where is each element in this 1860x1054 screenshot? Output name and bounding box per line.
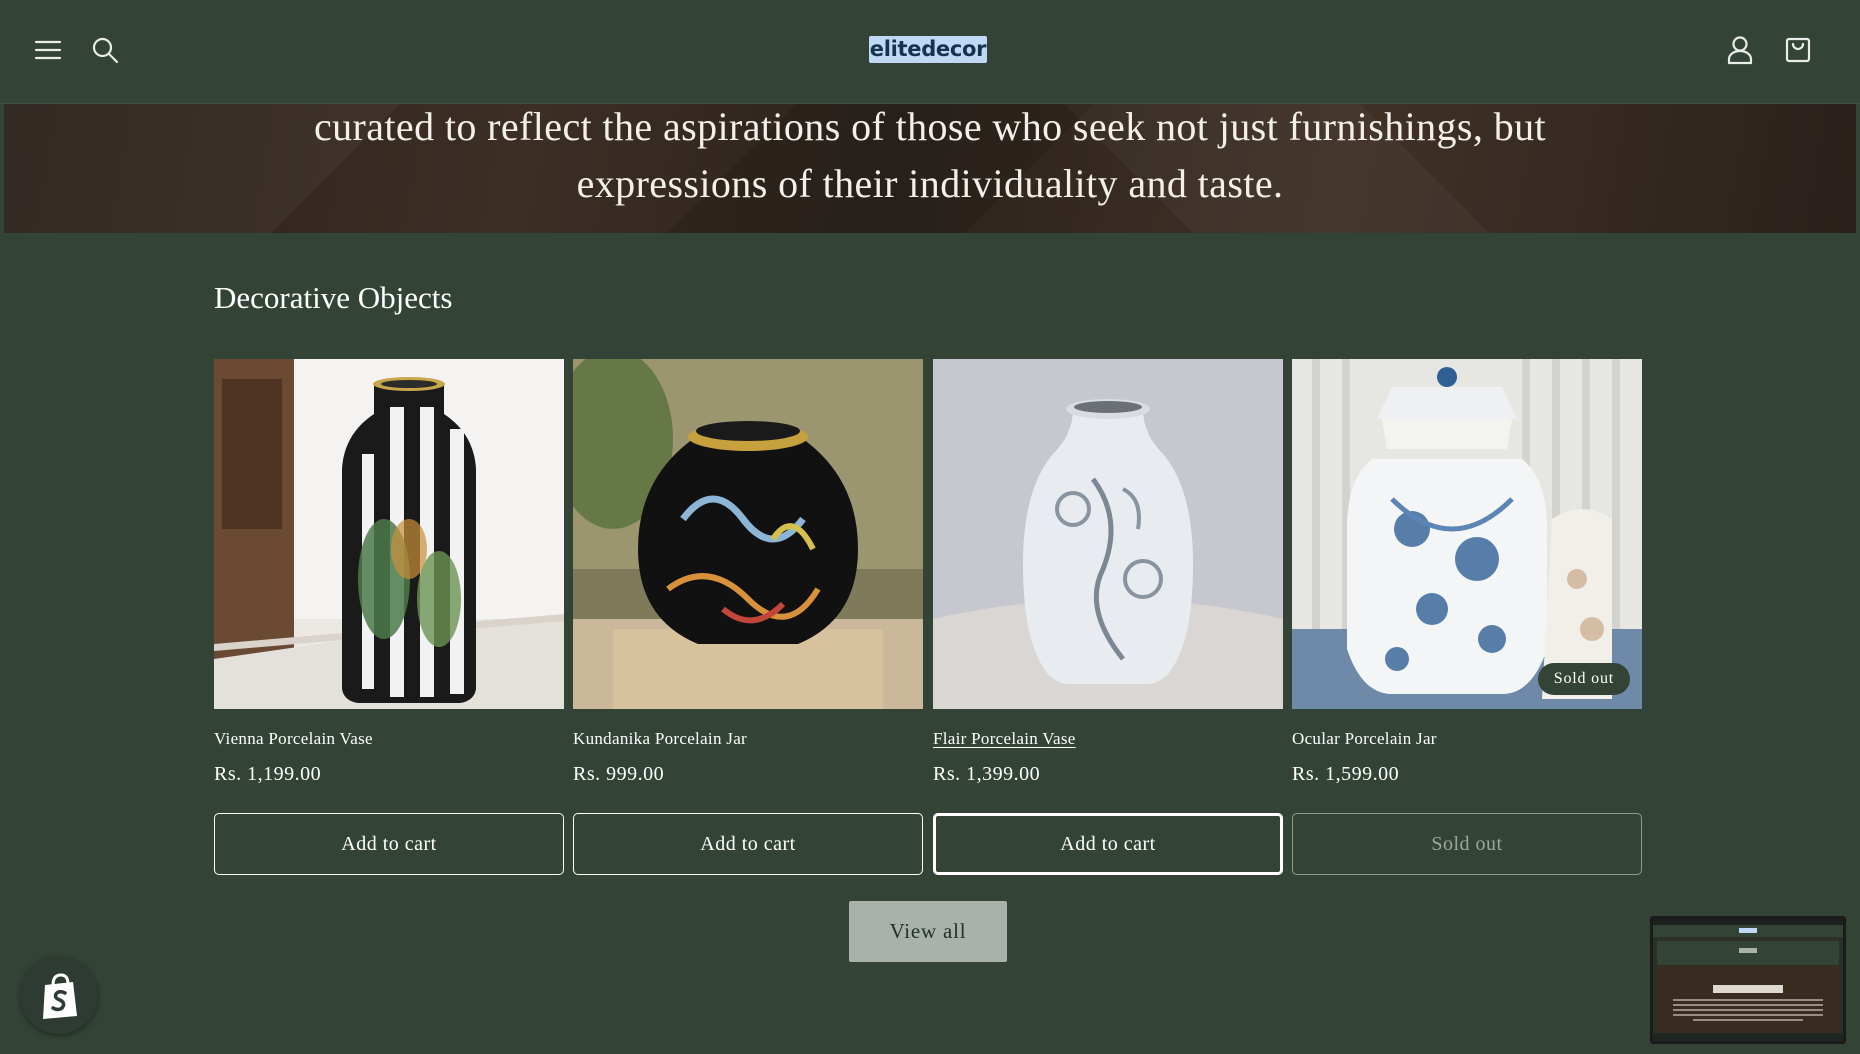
product-image[interactable] xyxy=(573,359,923,709)
product-card: Flair Porcelain Vase Rs. 1,399.00 Add to… xyxy=(933,359,1283,875)
product-image[interactable]: Sold out xyxy=(1292,359,1642,709)
sold-out-button[interactable]: Sold out xyxy=(1292,813,1642,875)
search-icon[interactable] xyxy=(83,28,127,72)
product-price: Rs. 999.00 xyxy=(573,763,665,785)
hero-text: curated to reflect the aspirations of th… xyxy=(313,104,1547,206)
hero-banner: curated to reflect the aspirations of th… xyxy=(4,104,1856,233)
product-price: Rs. 1,399.00 xyxy=(933,763,1041,785)
add-to-cart-button[interactable]: Add to cart xyxy=(933,813,1283,875)
product-price: Rs. 1,199.00 xyxy=(214,763,322,785)
product-card: Sold out Ocular Porcelain Jar Rs. 1,599.… xyxy=(1292,359,1642,875)
product-title[interactable]: Ocular Porcelain Jar xyxy=(1292,729,1437,749)
product-card: Kundanika Porcelain Jar Rs. 999.00 Add t… xyxy=(573,359,923,875)
product-title[interactable]: Flair Porcelain Vase xyxy=(933,729,1076,749)
menu-icon[interactable] xyxy=(26,28,70,72)
shopify-bag-icon[interactable] xyxy=(20,956,98,1034)
product-title[interactable]: Vienna Porcelain Vase xyxy=(214,729,373,749)
sold-out-badge: Sold out xyxy=(1537,663,1630,695)
section-title: Decorative Objects xyxy=(214,280,453,315)
account-icon[interactable] xyxy=(1718,28,1762,72)
product-price: Rs. 1,599.00 xyxy=(1292,763,1400,785)
view-all-button[interactable]: View all xyxy=(849,901,1007,962)
site-logo[interactable]: elitedecor xyxy=(869,36,987,63)
product-image[interactable] xyxy=(214,359,564,709)
add-to-cart-button[interactable]: Add to cart xyxy=(573,813,923,875)
product-image[interactable] xyxy=(933,359,1283,709)
product-title[interactable]: Kundanika Porcelain Jar xyxy=(573,729,747,749)
add-to-cart-button[interactable]: Add to cart xyxy=(214,813,564,875)
page-preview-thumbnail[interactable] xyxy=(1650,916,1846,1044)
site-header: elitedecor xyxy=(0,0,1860,104)
product-card: Vienna Porcelain Vase Rs. 1,199.00 Add t… xyxy=(214,359,564,875)
cart-icon[interactable] xyxy=(1776,28,1820,72)
